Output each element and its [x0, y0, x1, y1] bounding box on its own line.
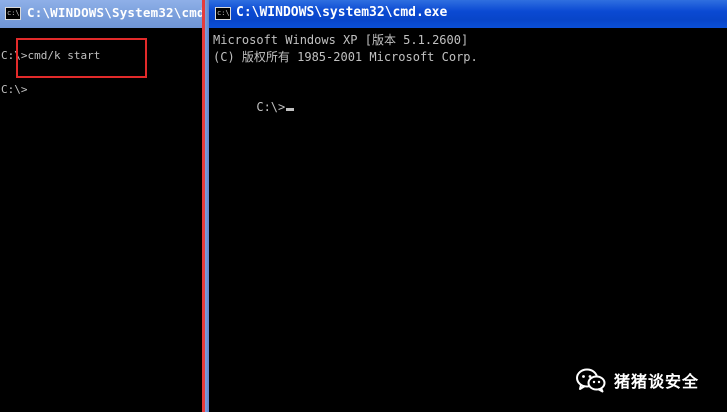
console-copyright-line: (C) 版权所有 1985-2001 Microsoft Corp. [213, 50, 478, 64]
right-console-output[interactable]: Microsoft Windows XP [版本 5.1.2600] (C) 版… [209, 28, 727, 412]
right-window-title: C:\WINDOWS\system32\cmd.exe [236, 5, 448, 20]
console-prompt: C:\> [256, 100, 286, 114]
console-prompt-line: C:\> [213, 85, 295, 130]
left-window-title: C:\WINDOWS\System32\cmd.exe [27, 5, 204, 20]
watermark: 猪猪谈安全 [576, 364, 699, 396]
cmd-icon: c:\ [5, 7, 21, 20]
left-console-window[interactable]: c:\ C:\WINDOWS\System32\cmd.exe C:\>cmd/… [0, 0, 204, 412]
left-window-titlebar[interactable]: c:\ C:\WINDOWS\System32\cmd.exe [0, 0, 204, 28]
left-console-line-prompt: C:\> [1, 83, 28, 96]
command-highlight-box [16, 38, 147, 78]
cmd-icon: c:\ [215, 7, 231, 20]
right-console-window[interactable]: c:\ C:\WINDOWS\system32\cmd.exe Microsof… [209, 0, 727, 412]
console-version-line: Microsoft Windows XP [版本 5.1.2600] [213, 33, 469, 47]
text-cursor [286, 108, 295, 111]
left-console-output[interactable]: C:\>cmd/k start C:\> [0, 28, 204, 412]
watermark-text: 猪猪谈安全 [614, 372, 700, 391]
right-window-titlebar[interactable]: c:\ C:\WINDOWS\system32\cmd.exe [209, 0, 727, 28]
wechat-icon [576, 367, 606, 393]
